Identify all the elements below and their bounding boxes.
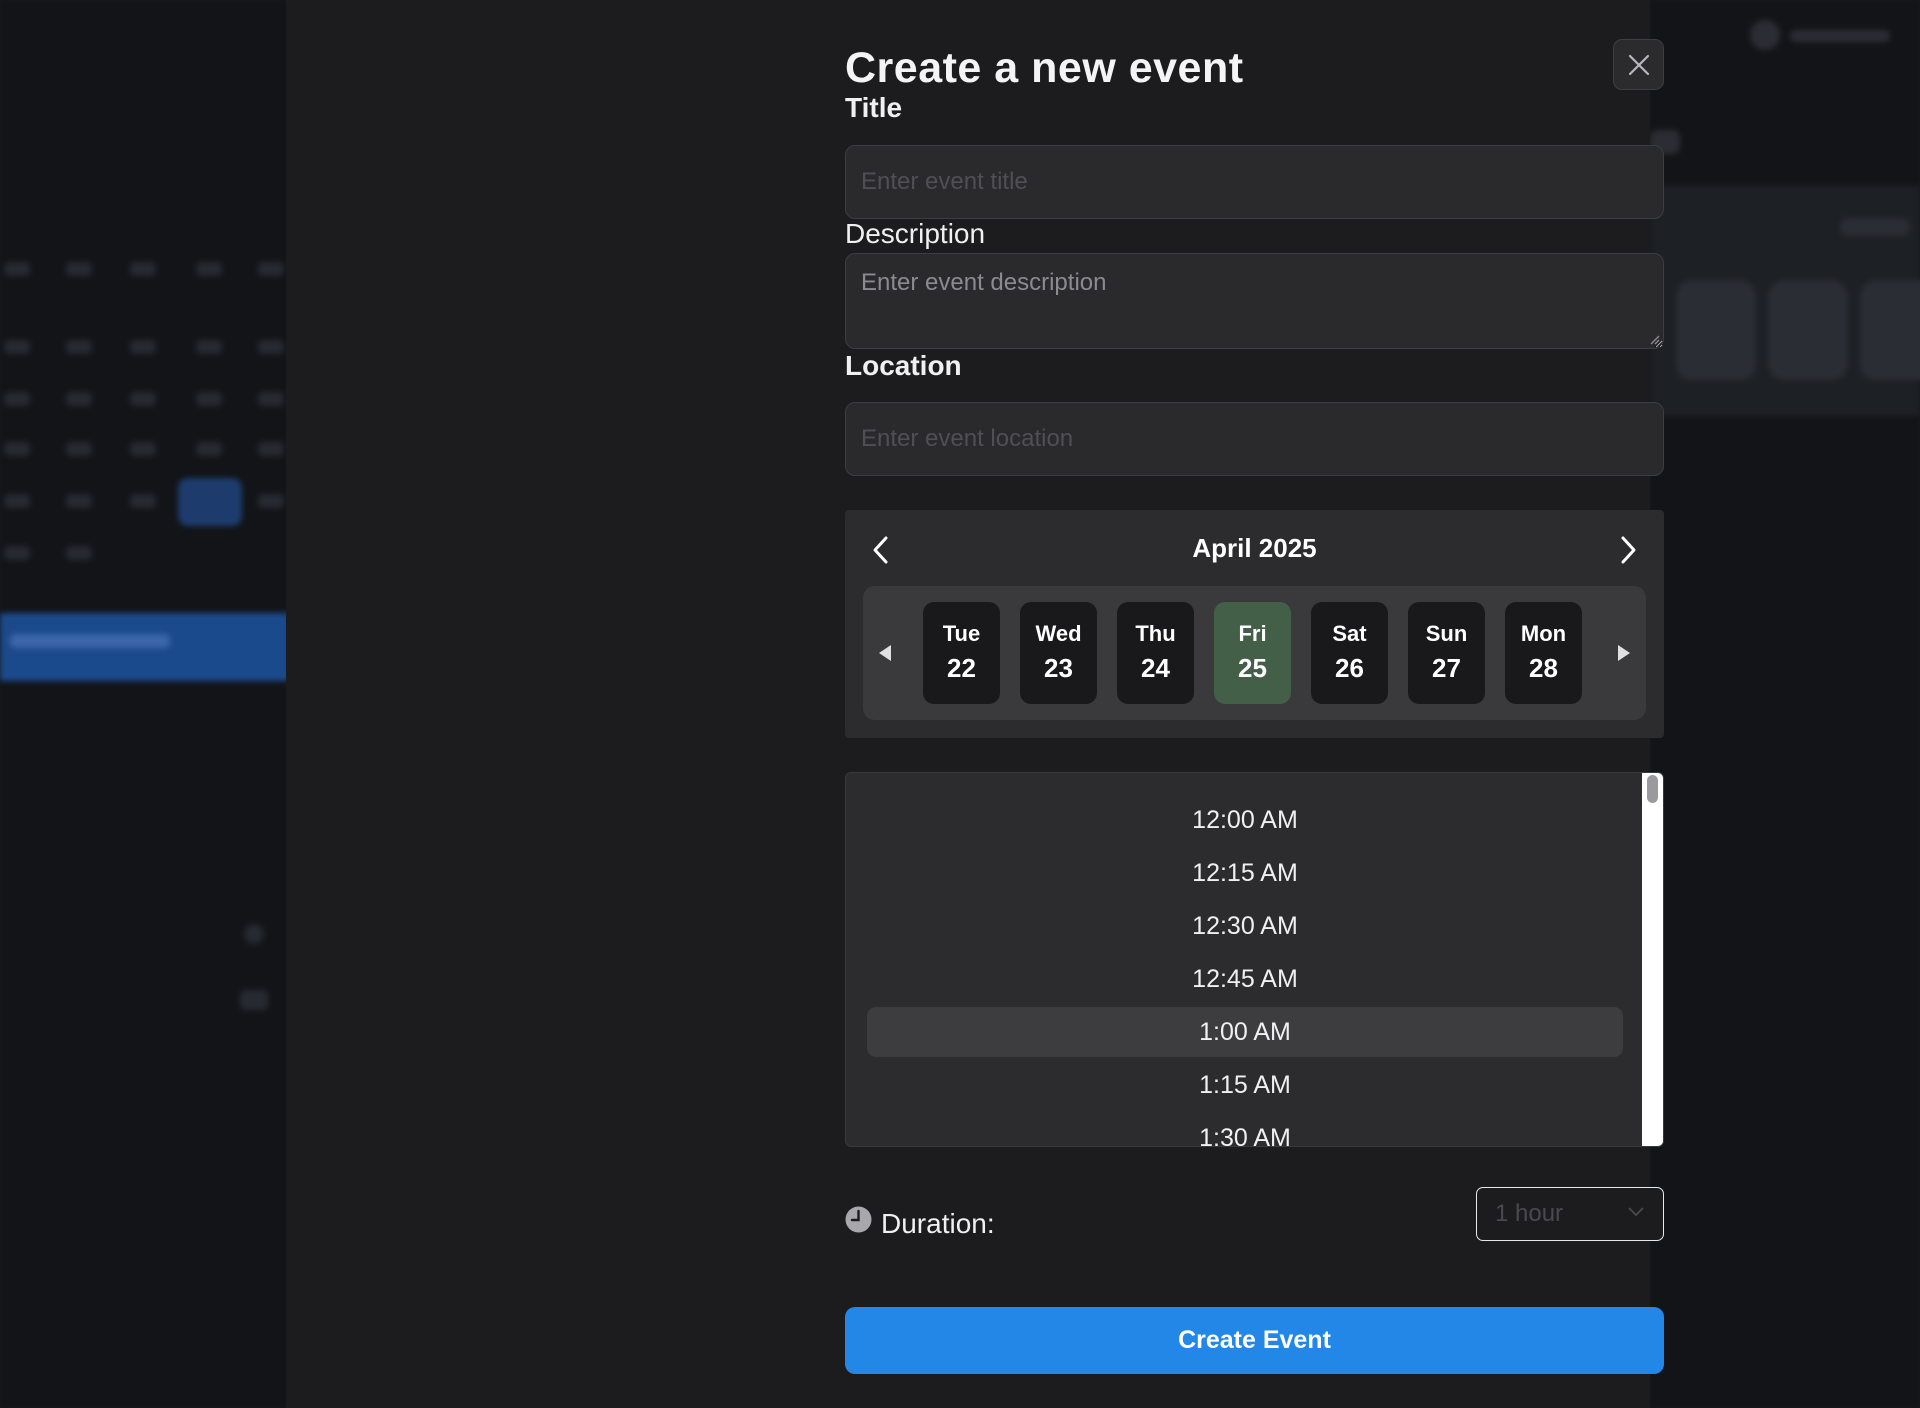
day-name: Sat — [1332, 621, 1367, 646]
day-number: 25 — [1238, 653, 1267, 683]
time-list[interactable]: 12:00 AM 12:15 AM 12:30 AM 12:45 AM 1:00… — [845, 772, 1664, 1147]
close-button[interactable] — [1613, 39, 1664, 90]
modal-overlay: Create a new event Title Description Loc… — [286, 0, 1664, 1408]
chevron-right-icon — [1621, 536, 1636, 564]
time-option[interactable]: 1:30 AM — [867, 1113, 1623, 1147]
day-name: Tue — [942, 621, 981, 646]
time-option[interactable]: 12:45 AM — [867, 954, 1623, 1004]
time-list-scrollbar[interactable] — [1642, 773, 1663, 1146]
background-panel — [1650, 0, 1920, 1408]
next-days-button[interactable] — [1608, 633, 1640, 673]
day-number: 27 — [1432, 653, 1461, 683]
previous-days-button[interactable] — [869, 633, 901, 673]
day-chip-27[interactable]: Sun 27 — [1408, 602, 1485, 704]
location-label: Location — [845, 350, 962, 381]
description-input[interactable] — [845, 253, 1664, 349]
time-option[interactable]: 12:15 AM — [867, 848, 1623, 898]
title-label: Title — [845, 92, 903, 123]
location-input[interactable] — [845, 402, 1664, 476]
triangle-left-icon — [879, 645, 891, 661]
month-label: April 2025 — [1192, 533, 1317, 563]
day-name: Thu — [1135, 621, 1176, 646]
day-name: Wed — [1035, 621, 1082, 646]
day-name: Sun — [1425, 621, 1468, 646]
day-chip-24[interactable]: Thu 24 — [1117, 602, 1194, 704]
dialog-title: Create a new event — [845, 44, 1244, 92]
day-number: 24 — [1141, 653, 1170, 683]
close-icon — [1628, 54, 1649, 75]
duration-value: 1 hour — [1495, 1200, 1564, 1227]
day-chip-25-selected[interactable]: Fri 25 — [1214, 602, 1291, 704]
time-option[interactable]: 1:15 AM — [867, 1060, 1623, 1110]
chevron-down-icon — [1628, 1207, 1644, 1217]
background-sidebar — [0, 0, 290, 1408]
day-chip-22[interactable]: Tue 22 — [923, 602, 1000, 704]
duration-label: Duration: — [881, 1208, 995, 1239]
next-month-button[interactable] — [1608, 530, 1648, 570]
title-input[interactable] — [845, 145, 1664, 219]
create-event-button[interactable]: Create Event — [845, 1307, 1664, 1374]
triangle-right-icon — [1618, 645, 1630, 661]
day-number: 23 — [1044, 653, 1073, 683]
create-event-dialog: Create a new event Title Description Loc… — [845, 0, 1664, 1408]
date-picker: April 2025 Tue 22 Wed 23 Thu 24 Fri 25 S… — [845, 510, 1664, 738]
day-name: Fri — [1238, 621, 1267, 646]
resize-handle-icon[interactable] — [1648, 333, 1660, 345]
time-option-selected[interactable]: 1:00 AM — [867, 1007, 1623, 1057]
day-number: 28 — [1529, 653, 1558, 683]
day-chip-23[interactable]: Wed 23 — [1020, 602, 1097, 704]
description-label: Description — [845, 218, 986, 249]
day-name: Mon — [1520, 621, 1567, 646]
time-option[interactable]: 12:30 AM — [867, 901, 1623, 951]
day-number: 22 — [947, 653, 976, 683]
time-option[interactable]: 12:00 AM — [867, 795, 1623, 845]
day-chip-26[interactable]: Sat 26 — [1311, 602, 1388, 704]
day-number: 26 — [1335, 653, 1364, 683]
duration-select[interactable]: 1 hour — [1476, 1187, 1664, 1241]
scrollbar-thumb[interactable] — [1647, 775, 1658, 803]
day-chip-28[interactable]: Mon 28 — [1505, 602, 1582, 704]
day-strip: Tue 22 Wed 23 Thu 24 Fri 25 Sat 26 Sun 2… — [863, 586, 1646, 720]
clock-icon — [845, 1206, 872, 1233]
